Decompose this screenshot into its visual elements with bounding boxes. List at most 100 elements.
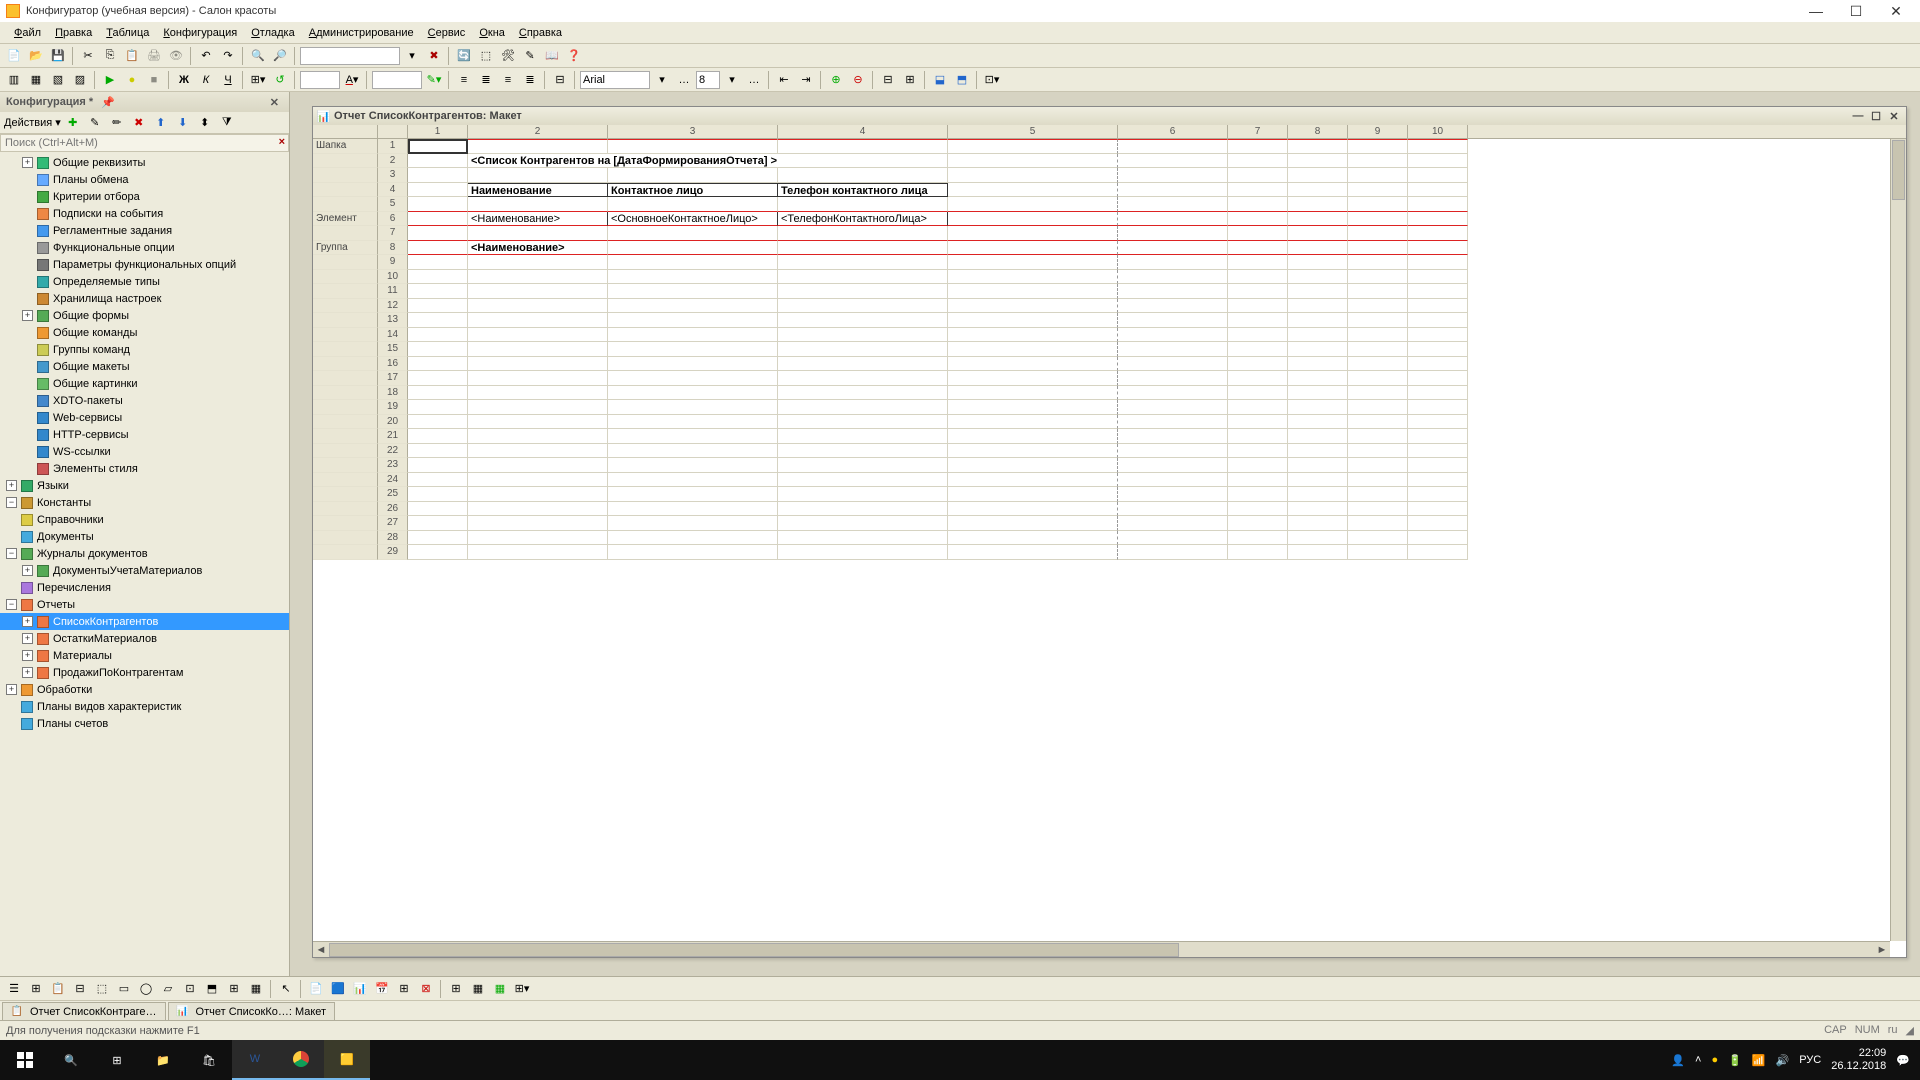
cell[interactable] [1408, 516, 1468, 531]
cell[interactable] [778, 400, 948, 415]
cell[interactable] [1348, 429, 1408, 444]
scroll-left-button[interactable]: ◄ [313, 944, 329, 956]
cell[interactable] [1408, 429, 1468, 444]
italic-button[interactable]: К [196, 70, 216, 90]
cell[interactable] [468, 270, 608, 285]
size-dropdown[interactable]: ▾ [722, 70, 742, 90]
cell[interactable] [1118, 139, 1228, 154]
col-header[interactable]: 6 [1118, 125, 1228, 138]
bt-11[interactable]: ⊞ [224, 979, 244, 999]
close-button[interactable]: ✕ [1882, 3, 1910, 20]
cell[interactable] [408, 371, 468, 386]
cell[interactable] [468, 255, 608, 270]
cell[interactable] [408, 212, 468, 227]
cell[interactable] [948, 444, 1118, 459]
cell[interactable] [1228, 284, 1288, 299]
start-button[interactable] [2, 1040, 48, 1080]
align-left-button[interactable]: ≡ [454, 70, 474, 90]
cell[interactable] [608, 284, 778, 299]
cell[interactable] [948, 342, 1118, 357]
config-search-input[interactable] [0, 134, 289, 152]
cell[interactable] [778, 473, 948, 488]
cell[interactable] [778, 299, 948, 314]
cell[interactable] [1288, 371, 1348, 386]
section-header[interactable] [313, 400, 378, 415]
scroll-right-button[interactable]: ► [1874, 944, 1890, 956]
cell[interactable] [1348, 386, 1408, 401]
bt-b3[interactable]: ▦ [490, 979, 510, 999]
col-header[interactable]: 4 [778, 125, 948, 138]
section-header[interactable] [313, 458, 378, 473]
bt-a6[interactable]: ⊠ [416, 979, 436, 999]
row-header[interactable]: 9 [378, 255, 408, 270]
cell[interactable] [408, 168, 468, 183]
section-header[interactable] [313, 255, 378, 270]
cell[interactable] [608, 400, 778, 415]
bt-9[interactable]: ⊡ [180, 979, 200, 999]
blue-1-button[interactable]: ⬓ [930, 70, 950, 90]
cell[interactable] [1228, 197, 1288, 212]
menu-администрирование[interactable]: Администрирование [303, 25, 420, 41]
cell[interactable] [1348, 313, 1408, 328]
size-combo[interactable] [696, 71, 720, 89]
cell[interactable] [1288, 241, 1348, 256]
section-1-button[interactable]: ⊟ [878, 70, 898, 90]
find-button[interactable]: 🔍 [248, 46, 268, 66]
tree-node[interactable]: Группы команд [0, 341, 289, 358]
row-header[interactable]: 10 [378, 270, 408, 285]
bt-cursor[interactable]: ↖ [276, 979, 296, 999]
cell[interactable] [1228, 255, 1288, 270]
cell[interactable] [608, 328, 778, 343]
cell[interactable] [1288, 197, 1348, 212]
cell[interactable] [1228, 154, 1288, 169]
cell-4[interactable]: ▨ [70, 70, 90, 90]
section-header[interactable] [313, 183, 378, 198]
cell[interactable] [1288, 342, 1348, 357]
section-header[interactable] [313, 487, 378, 502]
row-header[interactable]: 19 [378, 400, 408, 415]
cell[interactable] [468, 502, 608, 517]
cell[interactable] [1408, 400, 1468, 415]
col-header[interactable]: 5 [948, 125, 1118, 138]
blue-2-button[interactable]: ⬒ [952, 70, 972, 90]
cell[interactable] [1118, 328, 1228, 343]
cell[interactable] [778, 284, 948, 299]
zoom-button[interactable]: 🔎 [270, 46, 290, 66]
cut-button[interactable]: ✂ [78, 46, 98, 66]
cell[interactable] [608, 168, 778, 183]
cell[interactable] [1118, 197, 1228, 212]
notifications-icon[interactable]: 💬 [1896, 1054, 1910, 1067]
wand-icon[interactable]: ✎ [85, 113, 105, 133]
cell[interactable] [948, 139, 1118, 154]
cell[interactable] [948, 183, 1118, 198]
expand-icon[interactable]: + [22, 633, 33, 644]
cell[interactable] [948, 154, 1118, 169]
tree-node[interactable]: XDTO-пакеты [0, 392, 289, 409]
taskview-button[interactable]: ⊞ [94, 1040, 140, 1080]
cell[interactable] [408, 226, 468, 241]
cell-3[interactable]: ▧ [48, 70, 68, 90]
search-clear[interactable]: ✖ [424, 46, 444, 66]
align-right-button[interactable]: ≡ [498, 70, 518, 90]
cell[interactable] [1408, 168, 1468, 183]
tree-node[interactable]: Планы счетов [0, 715, 289, 732]
tree-node[interactable]: Элементы стиля [0, 460, 289, 477]
col-header[interactable]: 3 [608, 125, 778, 138]
section-2-button[interactable]: ⊞ [900, 70, 920, 90]
section-header[interactable] [313, 473, 378, 488]
cell[interactable] [608, 270, 778, 285]
tree-node[interactable]: +Материалы [0, 647, 289, 664]
cell[interactable] [408, 386, 468, 401]
cell[interactable] [778, 429, 948, 444]
cell[interactable] [468, 444, 608, 459]
menu-конфигурация[interactable]: Конфигурация [157, 25, 243, 41]
row-header[interactable]: 16 [378, 357, 408, 372]
explorer-button[interactable]: 📁 [140, 1040, 186, 1080]
cell[interactable] [1408, 197, 1468, 212]
section-header[interactable] [313, 154, 378, 169]
cell[interactable] [408, 313, 468, 328]
cell[interactable] [778, 502, 948, 517]
cell[interactable] [778, 531, 948, 546]
cell[interactable] [1228, 371, 1288, 386]
extra-dropdown[interactable]: ⊡▾ [982, 70, 1002, 90]
